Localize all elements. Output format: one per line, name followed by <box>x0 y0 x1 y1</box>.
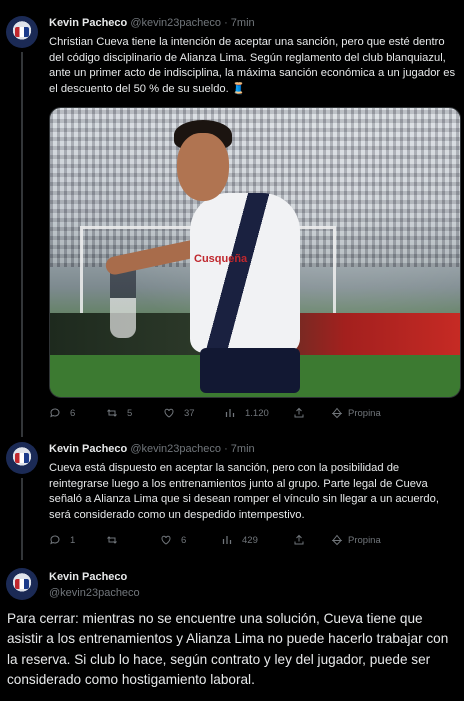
avatar[interactable] <box>6 16 38 48</box>
reply-button[interactable]: 6 <box>49 407 75 419</box>
retweet-count: 5 <box>127 407 133 419</box>
reply-icon <box>49 534 61 546</box>
tweet-2[interactable]: Kevin Pacheco @kevin23pacheco · 7min Cue… <box>0 435 464 560</box>
reply-button[interactable]: 1 <box>49 534 75 546</box>
retweet-button[interactable]: 5 <box>106 407 132 419</box>
jersey-sponsor: Cusqueña <box>194 253 248 265</box>
author-name[interactable]: Kevin Pacheco <box>49 17 127 29</box>
share-button[interactable] <box>293 534 305 546</box>
tweet-text: Christian Cueva tiene la intención de ac… <box>49 36 456 95</box>
separator-dot: · <box>224 17 228 29</box>
share-icon <box>293 534 305 546</box>
tip-label: Propina <box>348 534 381 546</box>
views-chart-icon <box>224 407 236 419</box>
timestamp[interactable]: 7min <box>231 443 255 455</box>
like-count: 6 <box>181 534 187 546</box>
tweet-photo[interactable]: Cusqueña <box>49 107 461 398</box>
tweet-header: Kevin Pacheco @kevin23pacheco · 7min <box>49 443 255 455</box>
separator-dot: · <box>224 443 228 455</box>
heart-icon <box>163 407 175 419</box>
views-button[interactable]: 429 <box>221 534 258 546</box>
thread-line <box>21 52 23 437</box>
share-icon <box>293 407 305 419</box>
player-jersey: Cusqueña <box>190 193 300 353</box>
retweet-icon <box>106 407 118 419</box>
view-count: 429 <box>242 534 258 546</box>
avatar[interactable] <box>6 442 38 474</box>
like-count: 37 <box>184 407 195 419</box>
share-button[interactable] <box>293 407 305 419</box>
author-block: Kevin Pacheco @kevin23pacheco <box>49 569 140 601</box>
reply-count: 6 <box>70 407 76 419</box>
author-handle[interactable]: @kevin23pacheco <box>130 17 221 29</box>
player-shorts <box>200 348 300 393</box>
action-bar: 1 6 429 Propina <box>49 534 459 550</box>
tip-button[interactable]: Propina <box>331 407 381 419</box>
like-button[interactable]: 6 <box>160 534 186 546</box>
like-button[interactable]: 37 <box>163 407 195 419</box>
retweet-button[interactable] <box>106 534 127 546</box>
tip-icon <box>331 407 343 419</box>
avatar[interactable] <box>6 568 38 600</box>
tweet-text: Para cerrar: mientras no se encuentre un… <box>7 611 449 687</box>
author-handle[interactable]: @kevin23pacheco <box>130 443 221 455</box>
tip-icon <box>331 534 343 546</box>
tweet-text: Cueva está dispuesto en aceptar la sanci… <box>49 462 439 521</box>
view-count: 1.120 <box>245 407 269 419</box>
timestamp[interactable]: 7min <box>231 17 255 29</box>
tweet-header: Kevin Pacheco @kevin23pacheco · 7min <box>49 17 255 29</box>
player-head <box>177 133 229 201</box>
author-handle[interactable]: @kevin23pacheco <box>49 585 140 601</box>
action-bar: 6 5 37 1.120 Propina <box>49 407 459 423</box>
tip-button[interactable]: Propina <box>331 534 381 546</box>
heart-icon <box>160 534 172 546</box>
reply-icon <box>49 407 61 419</box>
tweet-1[interactable]: Kevin Pacheco @kevin23pacheco · 7min Chr… <box>0 0 464 437</box>
reply-count: 1 <box>70 534 76 546</box>
thread-line <box>21 478 23 560</box>
author-name[interactable]: Kevin Pacheco <box>49 569 140 585</box>
author-name[interactable]: Kevin Pacheco <box>49 443 127 455</box>
views-button[interactable]: 1.120 <box>224 407 269 419</box>
tip-label: Propina <box>348 407 381 419</box>
retweet-icon <box>106 534 118 546</box>
views-chart-icon <box>221 534 233 546</box>
